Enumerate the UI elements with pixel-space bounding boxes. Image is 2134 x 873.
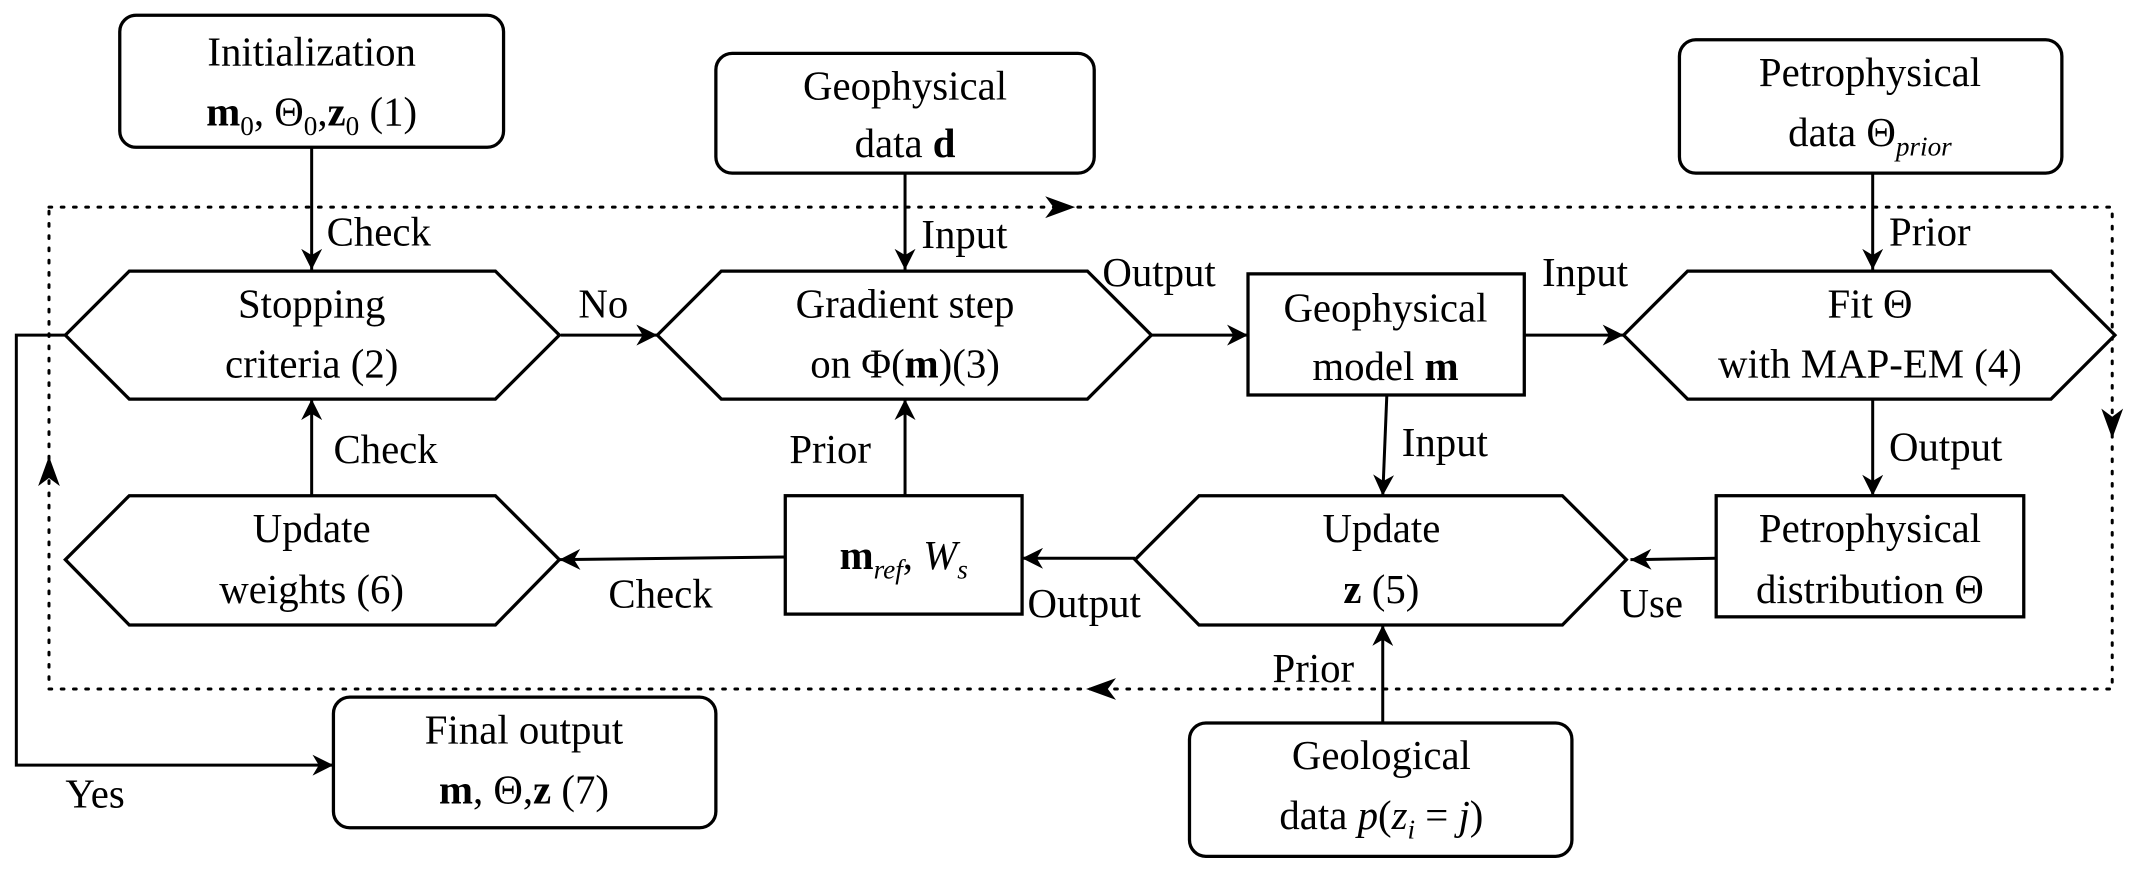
node-label-segment: z <box>328 90 346 135</box>
node-label-segment: Geological <box>1292 733 1471 778</box>
node-label-segment: Initialization <box>207 30 416 75</box>
node-label-segment: m <box>840 533 874 578</box>
node-label-segment: p <box>1355 793 1378 838</box>
node-label-stopping: criteria (2) <box>225 341 398 386</box>
node-label-segment: , <box>317 90 327 135</box>
node-label-segment: Petrophysical <box>1759 506 1981 551</box>
node-label-segment: i <box>1407 815 1415 845</box>
node-label-segment: (1) <box>359 90 417 135</box>
node-label-segment: = <box>1415 793 1458 838</box>
loop-arrow-right-icon <box>1045 196 1076 219</box>
node-label-segment: m <box>905 341 939 386</box>
node-label-segment: m <box>1425 344 1459 389</box>
node-label-segment: Petrophysical <box>1759 50 1981 95</box>
label-weights-check: Check <box>333 427 438 472</box>
node-label-fit: with MAP-EM (4) <box>1718 341 2022 386</box>
node-label-weights: weights (6) <box>219 567 404 612</box>
node-label-segment: , <box>903 533 923 578</box>
node-label-segment: data Θ <box>1788 110 1896 155</box>
label-fit-output: Output <box>1889 424 2003 469</box>
label-geo-input: Input <box>921 212 1008 257</box>
node-label-segment: Gradient step <box>796 281 1015 326</box>
node-label-segment: model <box>1312 344 1424 389</box>
node-label-update-z: z (5) <box>1343 567 1419 612</box>
node-label-segment: data <box>855 121 933 166</box>
label-no: No <box>578 281 628 326</box>
node-label-segment: Final output <box>425 707 624 752</box>
node-label-geo-model: model m <box>1312 344 1458 389</box>
node-label-segment: 0 <box>240 111 254 141</box>
node-label-segment: Update <box>253 506 371 551</box>
node-label-segment: Geophysical <box>803 64 1007 109</box>
node-label-segment: Geophysical <box>1283 285 1487 330</box>
label-model-input2: Input <box>1402 420 1489 465</box>
node-label-segment: s <box>957 555 968 585</box>
node-label-geo-data: data d <box>855 121 956 166</box>
node-label-segment: ) <box>1470 793 1484 838</box>
node-label-petro-dist: Petrophysical <box>1759 506 1981 551</box>
node-label-segment: (7) <box>551 767 609 812</box>
label-use: Use <box>1620 581 1683 626</box>
node-label-mref: mref, Ws <box>840 533 968 585</box>
label-mref-check: Check <box>608 571 713 616</box>
loop-arrow-left-icon <box>1086 678 1116 700</box>
node-label-geo-model: Geophysical <box>1283 285 1487 330</box>
node-label-segment: z <box>1343 567 1361 612</box>
node-label-segment: with MAP-EM (4) <box>1718 341 2022 386</box>
edge-petrodist-updatez <box>1630 548 1717 570</box>
flowchart-svg: Initializationm0, Θ0,z0 (1)Geophysicalda… <box>14 13 2124 858</box>
node-label-init: Initialization <box>207 30 416 75</box>
node-label-segment: prior <box>1894 131 1952 161</box>
node-label-segment: (5) <box>1362 567 1420 612</box>
edge-model-updatez <box>1373 394 1395 496</box>
node-label-segment: z <box>1391 793 1408 838</box>
edge-mref-weights <box>559 548 786 570</box>
node-label-petro-dist: distribution Θ <box>1756 567 1984 612</box>
node-label-geological: Geological <box>1292 733 1471 778</box>
node-label-segment: Fit Θ <box>1827 281 1912 326</box>
node-label-segment: 0 <box>346 111 360 141</box>
node-label-segment: m <box>206 90 240 135</box>
node-label-segment: distribution Θ <box>1756 567 1984 612</box>
flowchart: Initialization m0, Θ0,z0 (1) Geophysical da… <box>0 0 2134 873</box>
node-label-geo-data: Geophysical <box>803 64 1007 109</box>
node-label-geological: data p(zi = j) <box>1279 793 1483 845</box>
node-label-gradient: on Φ(m)(3) <box>810 341 1000 386</box>
node-label-segment: d <box>933 121 956 166</box>
node-label-segment: ( <box>1378 793 1392 838</box>
node-label-gradient: Gradient step <box>796 281 1015 326</box>
node-label-final: m, Θ,z (7) <box>439 767 609 812</box>
node-label-segment: ref <box>874 555 907 585</box>
label-petro-prior: Prior <box>1889 209 1971 254</box>
node-label-final: Final output <box>425 707 624 752</box>
node-label-weights: Update <box>253 506 371 551</box>
label-yes: Yes <box>65 771 124 816</box>
label-model-input: Input <box>1542 250 1629 295</box>
node-label-update-z: Update <box>1322 506 1440 551</box>
node-label-segment: on Φ( <box>810 341 904 386</box>
label-z-output: Output <box>1028 581 1142 626</box>
node-label-segment: 0 <box>304 111 318 141</box>
node-label-segment: )(3) <box>939 341 1000 386</box>
node-label-stopping: Stopping <box>238 281 385 326</box>
node-label-segment: z <box>533 767 551 812</box>
node-label-segment: Stopping <box>238 281 385 326</box>
node-label-fit: Fit Θ <box>1827 281 1912 326</box>
label-init-check: Check <box>327 209 432 254</box>
node-label-segment: , Θ, <box>473 767 533 812</box>
node-label-segment: Update <box>1322 506 1440 551</box>
node-label-petro-data: Petrophysical <box>1759 50 1981 95</box>
label-geo-prior: Prior <box>1273 646 1355 691</box>
label-grad-output: Output <box>1102 250 1216 295</box>
node-label-segment: m <box>439 767 473 812</box>
node-label-segment: weights (6) <box>219 567 404 612</box>
node-label-segment: W <box>923 533 961 578</box>
label-mref-prior: Prior <box>789 427 871 472</box>
node-label-segment: criteria (2) <box>225 341 398 386</box>
node-label-segment: , Θ <box>254 90 304 135</box>
node-label-segment: data <box>1279 793 1357 838</box>
